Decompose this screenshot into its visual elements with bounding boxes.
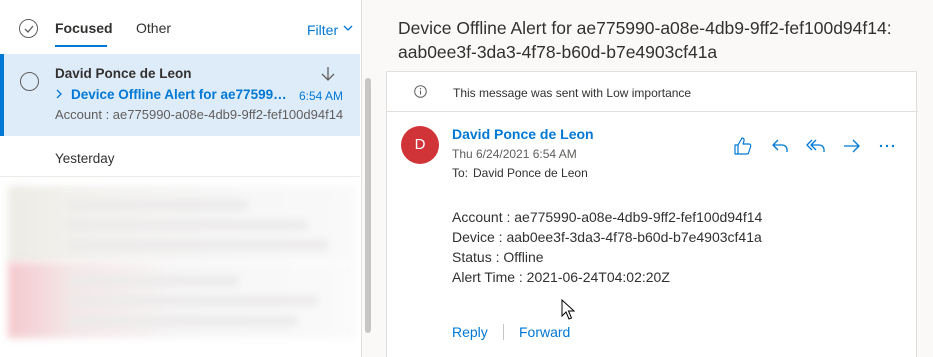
blurred-message-item[interactable]: [8, 186, 356, 262]
blurred-text: [68, 316, 298, 326]
message-select-radio[interactable]: [20, 72, 39, 91]
avatar[interactable]: D: [401, 126, 439, 164]
filter-button[interactable]: Filter: [307, 21, 338, 39]
recipient-name[interactable]: David Ponce de Leon: [473, 165, 588, 181]
tab-other[interactable]: Other: [136, 19, 171, 37]
blurred-text: [68, 296, 318, 306]
selection-indicator: [0, 54, 4, 136]
message-sender: David Ponce de Leon: [55, 66, 192, 81]
forward-button[interactable]: Forward: [519, 323, 570, 341]
select-all-checkmark-icon[interactable]: [19, 19, 38, 38]
message-subject: Device Offline Alert for ae775990-a08e-4…: [71, 87, 287, 102]
blurred-text: [68, 220, 308, 230]
message-list-pane: Focused Other Filter David Ponce de Leon…: [0, 0, 362, 357]
blurred-message-item[interactable]: [8, 262, 356, 338]
body-line-alert-time: Alert Time : 2021-06-24T04:02:20Z: [452, 269, 670, 285]
mouse-cursor-icon: [561, 299, 575, 320]
importance-banner: This message was sent with Low importanc…: [387, 72, 918, 112]
blurred-text: [68, 240, 328, 250]
info-icon: [414, 85, 427, 98]
message-list-item-selected[interactable]: David Ponce de Leon Device Offline Alert…: [0, 54, 360, 136]
blurred-text: [68, 276, 238, 286]
thumbs-up-icon[interactable]: [732, 135, 754, 157]
importance-notice: This message was sent with Low importanc…: [453, 86, 692, 100]
group-header-yesterday: Yesterday: [55, 151, 115, 166]
inbox-tabs: Focused Other Filter: [0, 0, 362, 54]
reply-button[interactable]: Reply: [452, 323, 488, 341]
email-card: This message was sent with Low importanc…: [386, 71, 918, 357]
sent-date: Thu 6/24/2021 6:54 AM: [452, 147, 577, 161]
chevron-right-icon[interactable]: [55, 89, 63, 99]
to-label: To:: [452, 166, 469, 180]
divider: [0, 176, 360, 177]
body-line-account: Account : ae775990-a08e-4db9-9ff2-fef100…: [452, 209, 763, 225]
arrow-down-icon[interactable]: [321, 66, 335, 82]
more-horizontal-icon[interactable]: [876, 135, 898, 157]
message-preview: Account : ae775990-a08e-4db9-9ff2-fef100…: [55, 107, 344, 122]
body-line-device: Device : aab0ee3f-3da3-4f78-b60d-b7e4903…: [452, 229, 762, 245]
chevron-down-icon[interactable]: [343, 25, 353, 32]
email-subject-title: Device Offline Alert for ae775990-a08e-4…: [398, 18, 892, 62]
message-list-scrollbar[interactable]: [365, 78, 371, 333]
sender-name[interactable]: David Ponce de Leon: [452, 125, 594, 143]
reply-icon[interactable]: [769, 135, 791, 157]
blurred-text: [68, 200, 248, 210]
message-time: 6:54 AM: [299, 89, 344, 103]
reply-all-icon[interactable]: [805, 135, 827, 157]
body-line-status: Status : Offline: [452, 249, 544, 265]
tab-focused-underline: [55, 45, 107, 47]
divider: [503, 324, 504, 340]
forward-arrow-icon[interactable]: [841, 135, 863, 157]
email-body: Account : ae775990-a08e-4db9-9ff2-fef100…: [452, 207, 762, 287]
tab-focused[interactable]: Focused: [55, 19, 113, 37]
